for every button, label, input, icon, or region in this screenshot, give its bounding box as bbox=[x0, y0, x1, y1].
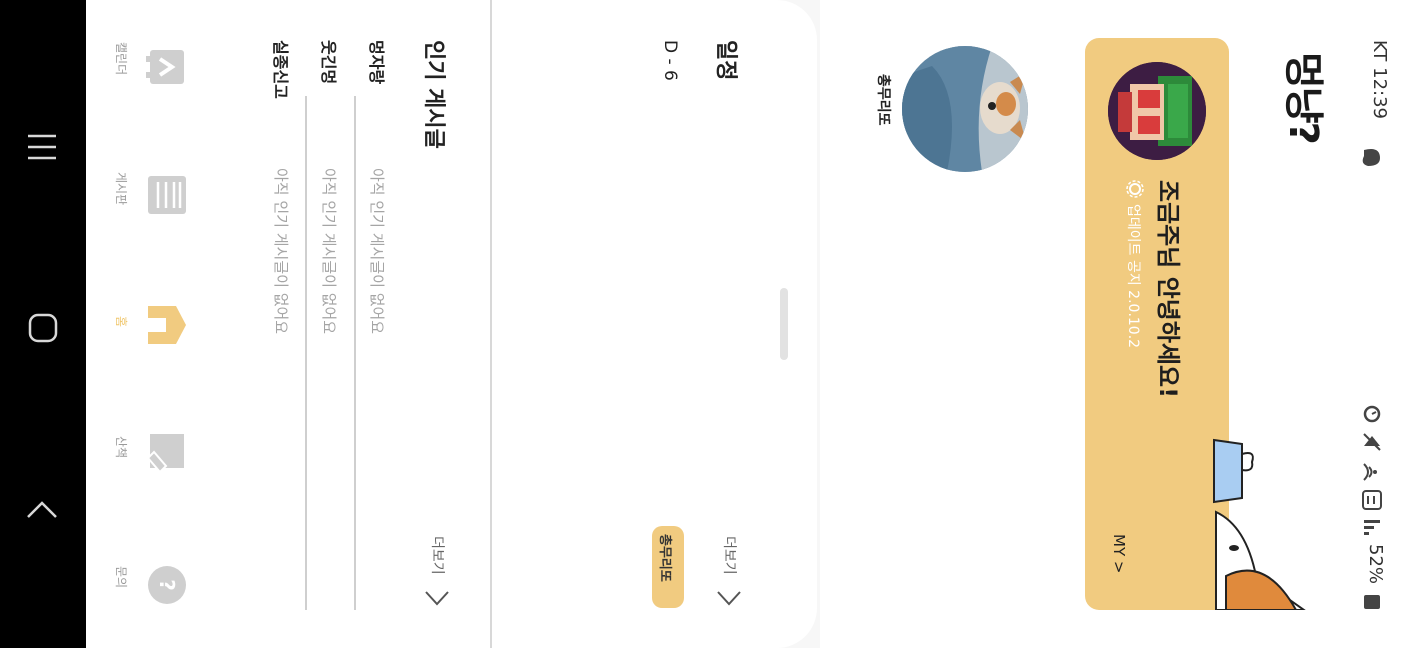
schedule-more-link[interactable]: 더보기 bbox=[714, 536, 754, 614]
profile-name: 총무리또 bbox=[875, 74, 891, 126]
alarm-icon bbox=[1363, 405, 1381, 423]
back-button[interactable] bbox=[26, 498, 58, 524]
post-text: 아직 인기 게시글이 없어요 bbox=[272, 168, 290, 335]
chevron-down-icon bbox=[425, 591, 449, 606]
dday-label: D - 6 bbox=[660, 40, 680, 81]
update-notice-link[interactable]: 업데이트 공지 2.0.10.2 bbox=[1124, 180, 1148, 390]
post-text: 아직 인기 게시글이 없어요 bbox=[368, 168, 386, 335]
tab-label-question: 문의 bbox=[114, 566, 128, 589]
home-circle-icon bbox=[28, 313, 58, 343]
recent-apps-button[interactable] bbox=[28, 134, 56, 164]
chevron-up-icon bbox=[27, 501, 57, 518]
signal-icon bbox=[1364, 520, 1380, 535]
app-logo: 멍냥? bbox=[1280, 52, 1326, 143]
home-button[interactable] bbox=[28, 313, 58, 347]
gear-icon bbox=[1126, 180, 1144, 198]
popular-posts-title: 인기 게시글 bbox=[421, 40, 446, 149]
chevron-down-icon bbox=[717, 591, 741, 606]
update-notice-text: 업데이트 공지 2.0.10.2 bbox=[1125, 204, 1141, 349]
lte-icon bbox=[1362, 490, 1382, 510]
mute-icon bbox=[1363, 433, 1381, 451]
home-icon bbox=[148, 306, 186, 344]
tab-walk[interactable]: 산책 bbox=[112, 428, 192, 484]
board-name: 멍자랑 bbox=[367, 40, 386, 85]
battery-percent: 52% bbox=[1365, 544, 1386, 585]
popular-more-link[interactable]: 더보기 bbox=[422, 536, 462, 614]
schedule-chip[interactable]: 총무리또 bbox=[652, 526, 684, 608]
board-name: 웃긴멍 bbox=[319, 40, 338, 85]
column-divider bbox=[354, 96, 356, 610]
schedule-chip-label: 총무리또 bbox=[657, 534, 672, 582]
dog-photo-icon bbox=[902, 46, 1028, 172]
tab-home[interactable]: 홈 bbox=[112, 302, 192, 358]
system-navigation-bar bbox=[0, 0, 86, 648]
scroll-indicator[interactable] bbox=[780, 288, 788, 360]
schedule-more-label: 더보기 bbox=[721, 536, 737, 575]
list-item[interactable]: 웃긴멍 아직 인기 게시글이 없어요 bbox=[318, 40, 348, 370]
profile-photo[interactable] bbox=[902, 46, 1028, 172]
board-icon bbox=[148, 176, 186, 214]
tab-question[interactable]: ? 문의 bbox=[112, 562, 192, 618]
popular-more-label: 더보기 bbox=[429, 536, 445, 575]
my-link[interactable]: MY > bbox=[1110, 534, 1128, 573]
tab-calendar[interactable]: 캘린더 bbox=[112, 40, 192, 96]
tab-label-calendar: 캘린더 bbox=[114, 42, 128, 76]
tab-board[interactable]: 게시판 bbox=[112, 170, 192, 226]
calendar-icon bbox=[146, 50, 184, 84]
battery-icon bbox=[1364, 595, 1380, 609]
tab-label-board: 게시판 bbox=[114, 172, 128, 206]
question-icon: ? bbox=[148, 566, 186, 604]
cloud-sync-icon bbox=[1362, 149, 1380, 166]
schedule-title: 일정 bbox=[713, 40, 738, 81]
list-item[interactable]: 실종신고 아직 인기 게시글이 없어요 bbox=[270, 40, 300, 370]
pixel-character-icon bbox=[1108, 62, 1206, 160]
recent-apps-icon bbox=[28, 134, 56, 160]
board-name: 실종신고 bbox=[271, 40, 290, 99]
greeting-text: 조금주님 안녕하세요! bbox=[1154, 180, 1182, 399]
dog-illustration-icon bbox=[1213, 438, 1306, 610]
wifi-icon bbox=[1363, 463, 1377, 481]
walk-icon bbox=[146, 434, 184, 474]
tab-label-walk: 산책 bbox=[114, 436, 128, 459]
post-text: 아직 인기 게시글이 없어요 bbox=[320, 168, 338, 335]
status-time: KT 12:39 bbox=[1369, 40, 1390, 119]
list-item[interactable]: 멍자랑 아직 인기 게시글이 없어요 bbox=[366, 40, 396, 370]
tab-label-home: 홈 bbox=[114, 316, 128, 328]
pixel-avatar bbox=[1108, 62, 1206, 160]
svg-text:?: ? bbox=[155, 579, 179, 591]
column-divider bbox=[305, 96, 307, 610]
